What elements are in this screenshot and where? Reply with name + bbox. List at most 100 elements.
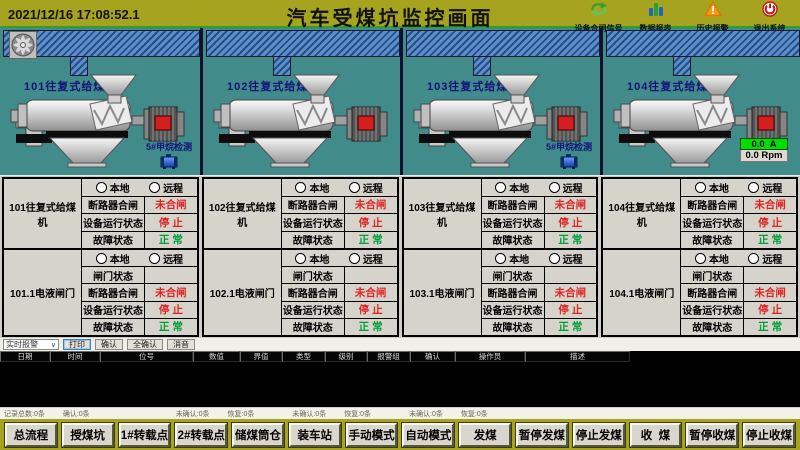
run-value: 停 止 bbox=[545, 214, 597, 231]
nav-data-report[interactable]: 数据报表 bbox=[627, 0, 684, 28]
local-radio[interactable]: 本地 bbox=[695, 251, 729, 266]
alarm-filter-dropdown[interactable]: 实时报警 ∨ bbox=[3, 339, 59, 350]
gate-state-row: 闸门状态 bbox=[282, 267, 397, 284]
feeder-panel-101: 101往复式给煤机 5#甲烷检测 bbox=[0, 28, 200, 175]
radio-icon[interactable] bbox=[149, 182, 160, 193]
pause-receive-coal-button[interactable]: 暂停收煤 bbox=[686, 423, 738, 447]
print-button[interactable]: 打印 bbox=[63, 339, 91, 350]
remote-radio[interactable]: 远程 bbox=[748, 251, 782, 266]
gate-value bbox=[744, 267, 796, 283]
local-radio[interactable]: 本地 bbox=[96, 251, 130, 266]
breaker-value: 未合闸 bbox=[145, 197, 197, 214]
alarm-statusbar: 记录总数:0条 确认:0条 未确认:0条 恢复:0条 未确认:0条 恢复:0条 … bbox=[0, 407, 800, 419]
run-value: 停 止 bbox=[145, 214, 197, 231]
radio-icon[interactable] bbox=[295, 182, 306, 193]
run-value: 停 止 bbox=[345, 214, 397, 231]
valve-status-label: 103.1电液闸门 bbox=[404, 250, 482, 335]
radio-icon[interactable] bbox=[695, 253, 706, 264]
nav-exit-system[interactable]: 退出系统 bbox=[741, 0, 798, 28]
chevron-down-icon: ∨ bbox=[51, 341, 56, 349]
ack-all-button[interactable]: 全确认 bbox=[127, 339, 163, 350]
col-limit: 界值 bbox=[240, 351, 282, 362]
fault-state-row: 故障状态正 常 bbox=[482, 319, 597, 335]
fault-value: 正 常 bbox=[744, 319, 796, 335]
alarm-table[interactable]: 日期 时间 位号 数值 界值 类型 级别 报警组 确认 操作员 描述 bbox=[0, 351, 800, 407]
mode-radio-row: 本地 远程 bbox=[282, 179, 397, 197]
auto-mode-button[interactable]: 自动模式 bbox=[402, 423, 454, 447]
page-title: 汽车受煤坑监控画面 bbox=[287, 2, 494, 31]
stop-receive-coal-button[interactable]: 停止收煤 bbox=[743, 423, 795, 447]
local-radio[interactable]: 本地 bbox=[695, 180, 729, 195]
methane-detector: 5#甲烷检测 bbox=[546, 140, 592, 174]
mode-radio-row: 本地 远程 bbox=[681, 179, 796, 197]
radio-icon[interactable] bbox=[295, 253, 306, 264]
col-group: 报警组 bbox=[367, 351, 410, 362]
mute-button[interactable]: 消音 bbox=[167, 339, 195, 350]
col-tag: 位号 bbox=[100, 351, 193, 362]
feeder-panel-104: 104往复式给煤机 0.0 A 0.0 Rpm bbox=[600, 28, 800, 175]
radio-icon[interactable] bbox=[695, 182, 706, 193]
total-flow-button[interactable]: 总流程 bbox=[5, 423, 57, 447]
loading-station-button[interactable]: 装车站 bbox=[289, 423, 341, 447]
feeder-status-label: 101往复式给煤机 bbox=[4, 179, 82, 248]
radio-icon[interactable] bbox=[349, 253, 360, 264]
mode-radio-row: 本地 远程 bbox=[282, 250, 397, 267]
sync-arrows-icon bbox=[589, 1, 609, 22]
local-radio[interactable]: 本地 bbox=[295, 180, 329, 195]
radio-icon[interactable] bbox=[96, 182, 107, 193]
stat-restored: 恢复:0条 bbox=[344, 409, 371, 419]
manual-mode-button[interactable]: 手动模式 bbox=[346, 423, 398, 447]
nav-device-close-signal[interactable]: 设备合闸信号 bbox=[570, 0, 627, 28]
speed-readout: 0.0 Rpm bbox=[740, 150, 788, 162]
stat-ack: 确认:0条 bbox=[63, 409, 90, 419]
fault-state-row: 故障状态正 常 bbox=[681, 232, 796, 249]
remote-radio[interactable]: 远程 bbox=[748, 180, 782, 195]
run-state-row: 设备运行状态停 止 bbox=[82, 302, 197, 319]
remote-radio[interactable]: 远程 bbox=[549, 251, 583, 266]
local-radio[interactable]: 本地 bbox=[495, 251, 529, 266]
coal-silo-button[interactable]: 储煤筒仓 bbox=[232, 423, 284, 447]
remote-radio[interactable]: 远程 bbox=[549, 180, 583, 195]
radio-icon[interactable] bbox=[549, 182, 560, 193]
local-radio[interactable]: 本地 bbox=[495, 180, 529, 195]
radio-icon[interactable] bbox=[495, 182, 506, 193]
transfer-point-1-button[interactable]: 1#转载点 bbox=[119, 423, 171, 447]
stop-send-coal-button[interactable]: 停止发煤 bbox=[573, 423, 625, 447]
remote-radio[interactable]: 远程 bbox=[349, 251, 383, 266]
bar-chart-icon bbox=[647, 1, 665, 22]
radio-icon[interactable] bbox=[96, 253, 107, 264]
fault-state-row: 故障状态正 常 bbox=[282, 232, 397, 249]
run-state-row: 设备运行状态停 止 bbox=[681, 214, 796, 232]
radio-icon[interactable] bbox=[149, 253, 160, 264]
status-column-104: 104往复式给煤机 本地 远程 断路器合闸未合闸 设备运行状态停 止 故障状态正… bbox=[601, 177, 798, 337]
col-type: 类型 bbox=[282, 351, 325, 362]
breaker-row: 断路器合闸未合闸 bbox=[82, 284, 197, 301]
remote-radio[interactable]: 远程 bbox=[149, 251, 183, 266]
transfer-point-2-button[interactable]: 2#转载点 bbox=[175, 423, 227, 447]
remote-radio[interactable]: 远程 bbox=[149, 180, 183, 195]
breaker-row: 断路器合闸未合闸 bbox=[282, 197, 397, 215]
status-column-103: 103往复式给煤机 本地 远程 断路器合闸未合闸 设备运行状态停 止 故障状态正… bbox=[402, 177, 599, 337]
run-state-row: 设备运行状态停 止 bbox=[282, 214, 397, 232]
nav-history-alarm[interactable]: 历史报警 bbox=[684, 0, 741, 28]
radio-icon[interactable] bbox=[495, 253, 506, 264]
coal-pit-button[interactable]: 授煤坑 bbox=[62, 423, 114, 447]
local-radio[interactable]: 本地 bbox=[295, 251, 329, 266]
receive-coal-button[interactable]: 收 煤 bbox=[630, 423, 682, 447]
radio-icon[interactable] bbox=[748, 253, 759, 264]
gate-state-row: 闸门状态 bbox=[82, 267, 197, 284]
radio-icon[interactable] bbox=[349, 182, 360, 193]
motor-readouts: 0.0 A 0.0 Rpm bbox=[740, 138, 788, 162]
col-date: 日期 bbox=[0, 351, 50, 362]
send-coal-button[interactable]: 发煤 bbox=[459, 423, 511, 447]
ack-button[interactable]: 确认 bbox=[95, 339, 123, 350]
radio-icon[interactable] bbox=[748, 182, 759, 193]
valve-status-label: 102.1电液闸门 bbox=[204, 250, 282, 335]
feeder-status-label: 102往复式给煤机 bbox=[204, 179, 282, 248]
remote-radio[interactable]: 远程 bbox=[349, 180, 383, 195]
radio-icon[interactable] bbox=[549, 253, 560, 264]
pause-send-coal-button[interactable]: 暂停发煤 bbox=[516, 423, 568, 447]
stat-unack: 未确认:0条 bbox=[409, 409, 443, 419]
breaker-value: 未合闸 bbox=[744, 284, 796, 300]
local-radio[interactable]: 本地 bbox=[96, 180, 130, 195]
